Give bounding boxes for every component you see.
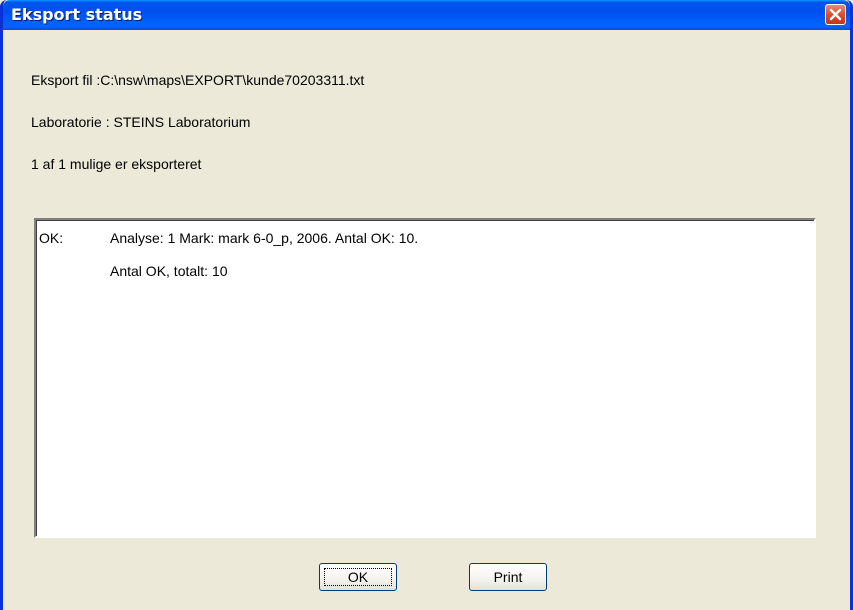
log-row: OK: Analyse: 1 Mark: mark 6-0_p, 2006. A…: [36, 230, 814, 250]
print-button-label: Print: [493, 569, 523, 585]
close-icon: [829, 8, 842, 21]
log-status: OK:: [39, 230, 64, 246]
ok-button-label: OK: [347, 569, 369, 585]
ok-button[interactable]: OK: [319, 563, 397, 591]
export-summary-label: 1 af 1 mulige er eksporteret: [31, 156, 202, 172]
export-file-label: Eksport fil :C:\nsw\maps\EXPORT\kunde702…: [31, 72, 365, 88]
export-log-list[interactable]: OK: Analyse: 1 Mark: mark 6-0_p, 2006. A…: [34, 218, 816, 538]
title-bar[interactable]: Eksport status: [3, 0, 850, 30]
log-message: Antal OK, totalt: 10: [110, 263, 228, 279]
export-status-dialog: Eksport status Eksport fil :C:\nsw\maps\…: [0, 0, 853, 610]
close-button[interactable]: [825, 4, 846, 25]
laboratory-label: Laboratorie : STEINS Laboratorium: [31, 114, 251, 130]
window-title: Eksport status: [11, 5, 143, 24]
log-message: Analyse: 1 Mark: mark 6-0_p, 2006. Antal…: [110, 230, 419, 246]
print-button[interactable]: Print: [469, 563, 547, 591]
log-row: Antal OK, totalt: 10: [36, 263, 814, 283]
dialog-content: Eksport fil :C:\nsw\maps\EXPORT\kunde702…: [3, 30, 850, 610]
